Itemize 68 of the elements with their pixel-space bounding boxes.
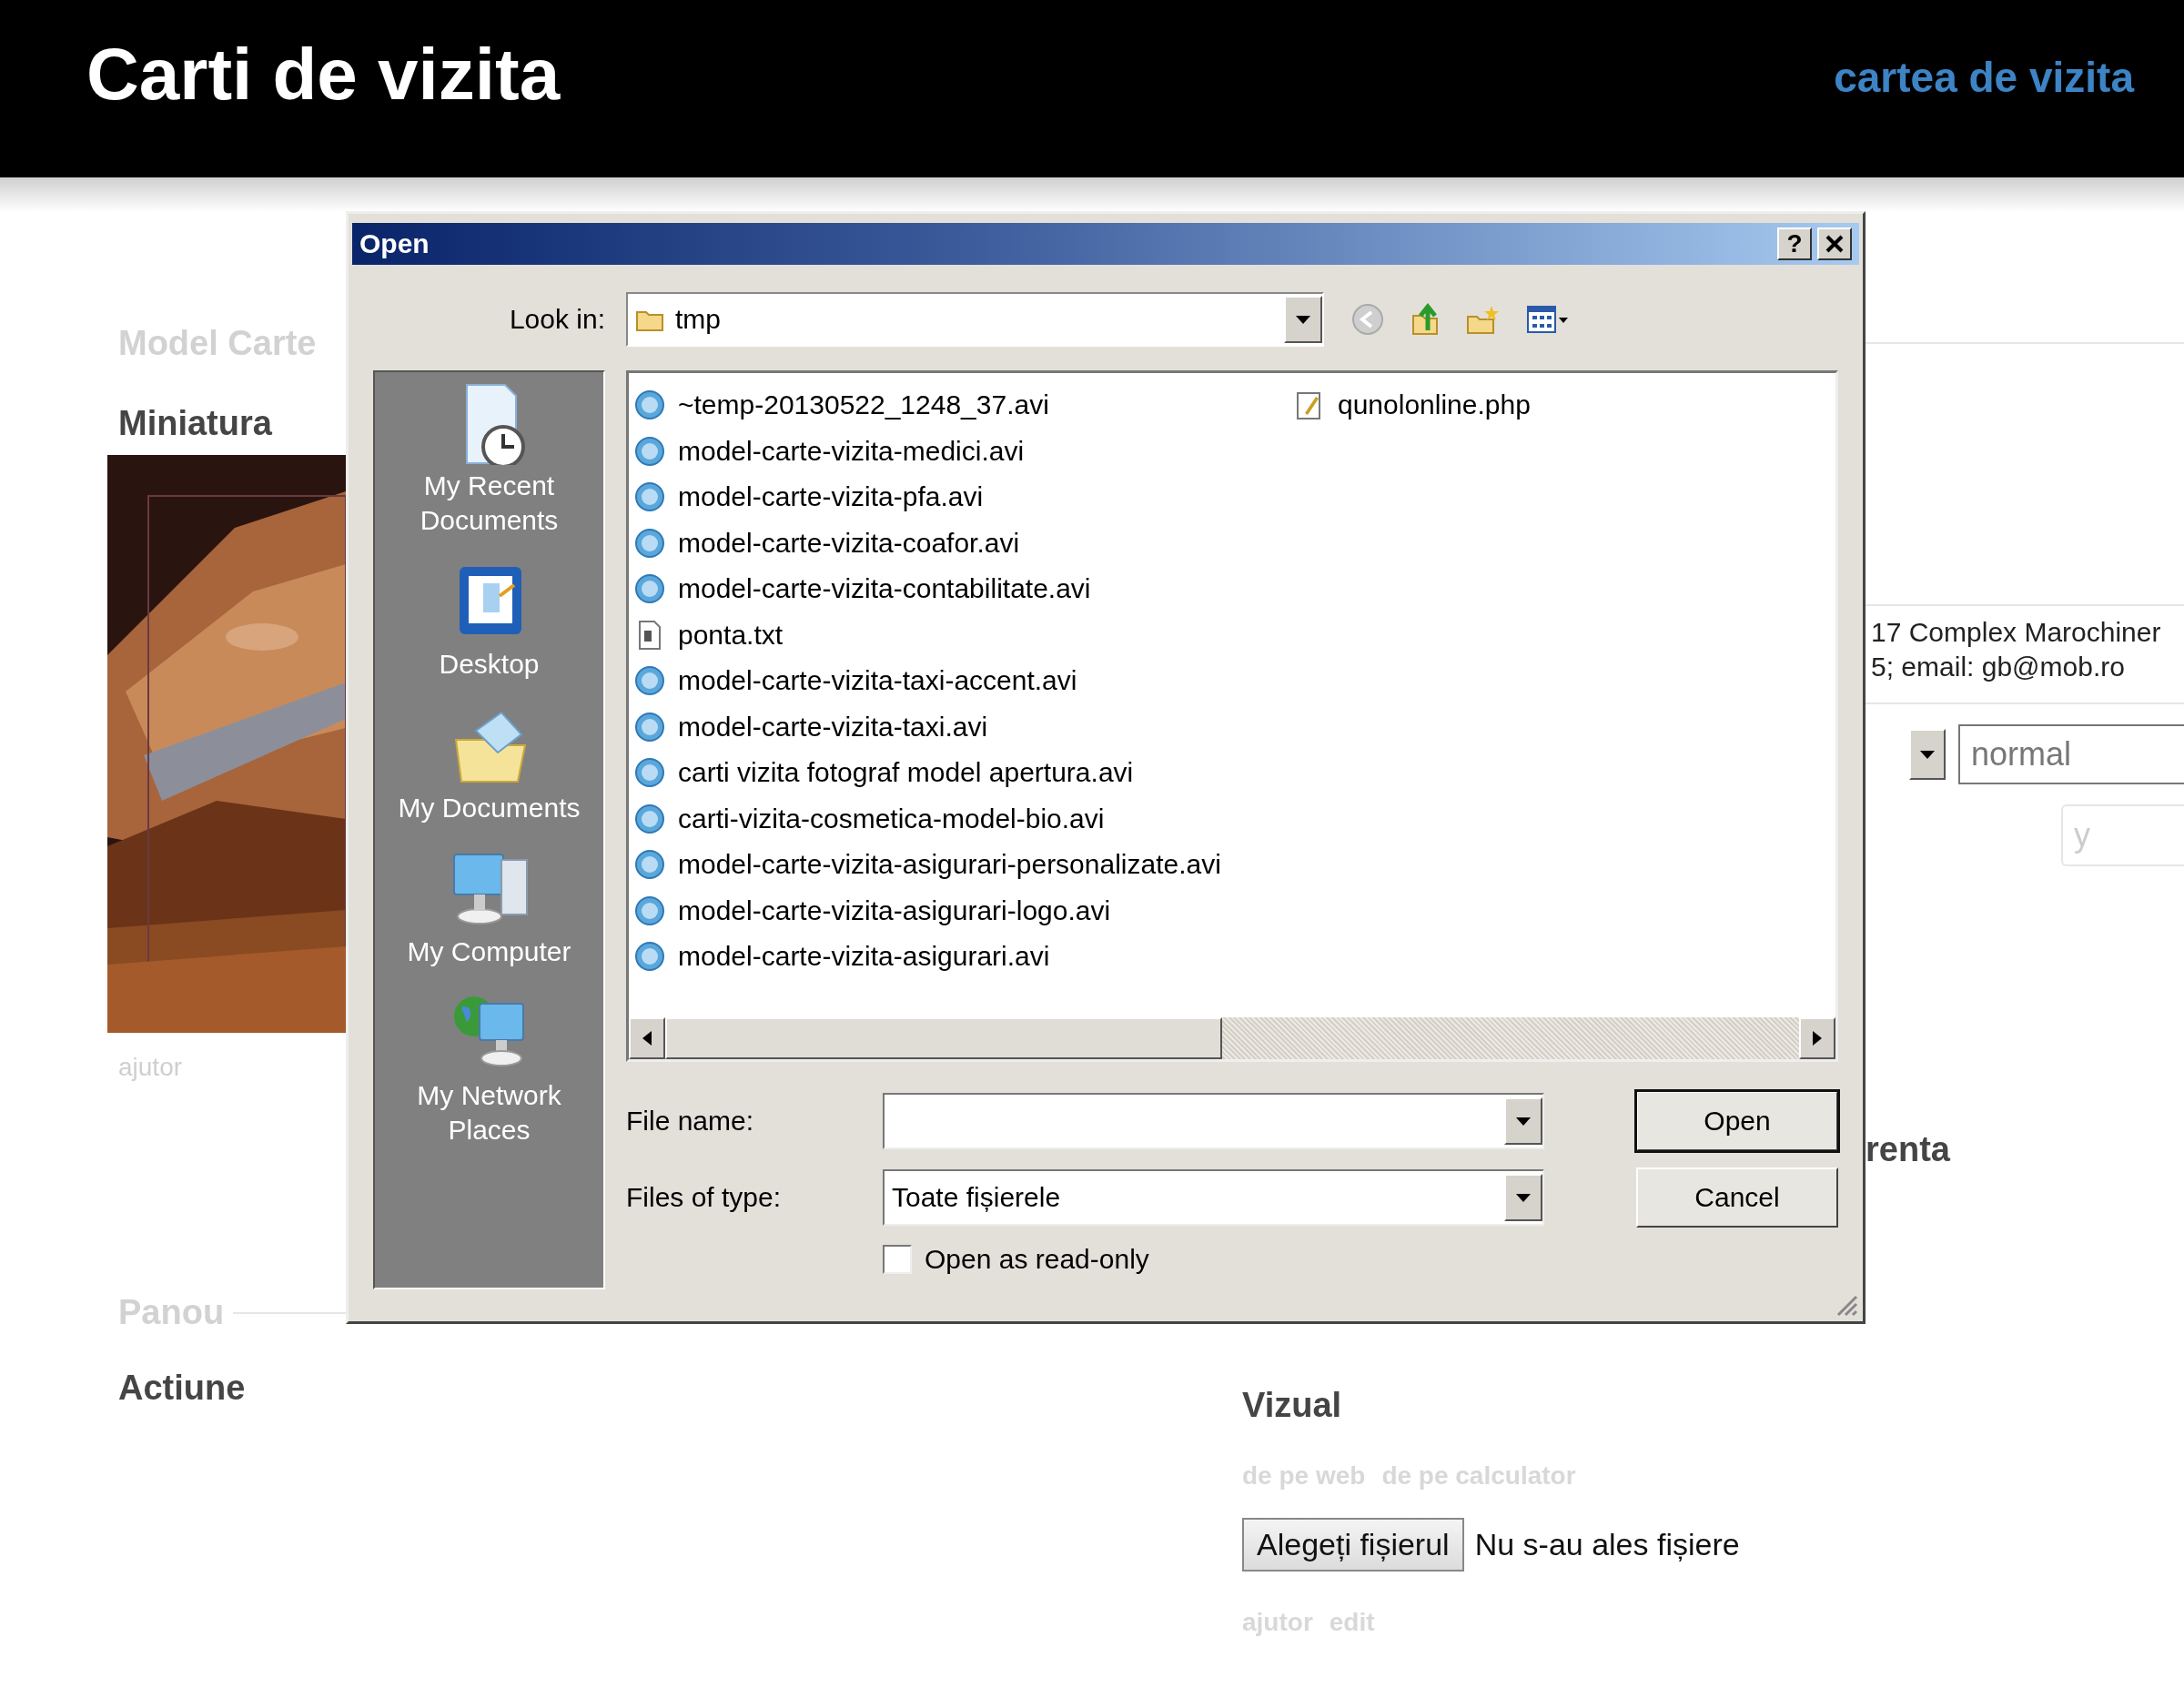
file-item[interactable]: carti-vizita-cosmetica-model-bio.avi [634, 795, 1294, 842]
file-item[interactable]: ponta.txt [634, 611, 1294, 658]
section-heading: Actiune [118, 1369, 246, 1408]
file-item[interactable]: carti vizita fotograf model apertura.avi [634, 750, 1294, 796]
caret-icon [1920, 750, 1935, 759]
media-file-icon [634, 711, 665, 743]
close-icon [1825, 235, 1844, 253]
left-arrow-icon [642, 1031, 652, 1046]
field-label: Files of type: [626, 1182, 783, 1213]
section-heading: Miniatura [118, 404, 272, 443]
dialog-title: Open [359, 228, 430, 259]
file-item[interactable]: model-carte-vizita-medici.avi [634, 428, 1294, 474]
places-item[interactable]: My Documents [384, 703, 594, 825]
file-item[interactable]: model-carte-vizita-asigurari-logo.avi [634, 887, 1294, 934]
dialog-button[interactable]: Open [1636, 1091, 1838, 1151]
caret-icon [1516, 1117, 1531, 1126]
media-file-icon [634, 573, 665, 605]
places-item[interactable]: Desktop [384, 560, 594, 682]
media-file-icon [634, 849, 665, 881]
file-list[interactable] [626, 370, 1838, 1062]
address-text: 5; email: gb@mob.ro [1870, 651, 2126, 683]
choose-file-button[interactable]: Alegeți fișierul [1242, 1518, 1464, 1572]
close-button[interactable] [1817, 227, 1852, 260]
file-item[interactable]: model-carte-vizita-asigurari.avi [634, 934, 1294, 980]
file-item[interactable]: model-carte-vizita-taxi.avi [634, 703, 1294, 750]
file-item[interactable]: ~temp-20130522_1248_37.avi [634, 382, 1294, 429]
dialog-button[interactable]: Cancel [1636, 1167, 1838, 1228]
places-item[interactable]: My Recent Documents [384, 381, 594, 538]
look-in-dropdown[interactable]: tmp [626, 292, 1324, 347]
places-item[interactable]: My Computer [384, 847, 594, 969]
media-file-icon [634, 894, 665, 926]
field-label: File name: [626, 1106, 755, 1137]
checkbox[interactable] [883, 1245, 912, 1274]
horizontal-scrollbar[interactable] [629, 1017, 1835, 1059]
media-file-icon [634, 757, 665, 789]
up-folder-button[interactable] [1410, 303, 1441, 336]
help-button[interactable]: ? [1777, 227, 1812, 260]
look-in-label: Look in: [508, 304, 605, 335]
site-title: Carti de vizita [86, 32, 561, 116]
style-field[interactable]: normal [1958, 724, 2184, 784]
media-file-icon [634, 941, 665, 973]
dropdown-button[interactable] [1909, 729, 1946, 780]
media-file-icon [634, 481, 665, 513]
section-heading: Vizual [1242, 1386, 1342, 1425]
media-file-icon [634, 527, 665, 559]
media-file-icon [634, 665, 665, 697]
file-item[interactable]: qunolonline.php [1294, 382, 1954, 429]
media-file-icon [634, 389, 665, 421]
file-status: Nu s-au ales fișiere [1474, 1527, 1740, 1562]
right-arrow-icon [1813, 1031, 1822, 1046]
caret-icon [1516, 1193, 1531, 1202]
file-type-dropdown[interactable]: Toate fișierele [883, 1169, 1544, 1226]
file-item[interactable]: model-carte-vizita-asigurari-personalizate.avi [634, 842, 1294, 888]
file-item[interactable]: model-carte-vizita-taxi-accent.avi [634, 658, 1294, 704]
file-item[interactable]: model-carte-vizita-pfa.avi [634, 474, 1294, 521]
scrollbar-thumb[interactable] [665, 1017, 1222, 1059]
file-name-field[interactable] [883, 1093, 1544, 1149]
places-item[interactable]: My Network Places [384, 991, 594, 1147]
header-link[interactable]: cartea de vizita [1834, 53, 2134, 102]
file-item[interactable]: model-carte-vizita-coafor.avi [634, 520, 1294, 566]
media-file-icon [634, 435, 665, 467]
caret-icon [1296, 315, 1310, 324]
section-heading: renta [1866, 1130, 1950, 1169]
file-item[interactable]: model-carte-vizita-contabilitate.avi [634, 566, 1294, 612]
checkbox-label: Open as read-only [925, 1244, 1149, 1275]
view-menu-button[interactable] [1526, 303, 1568, 336]
media-file-icon [634, 803, 665, 834]
address-text: 17 Complex Marochiner [1870, 616, 2162, 649]
